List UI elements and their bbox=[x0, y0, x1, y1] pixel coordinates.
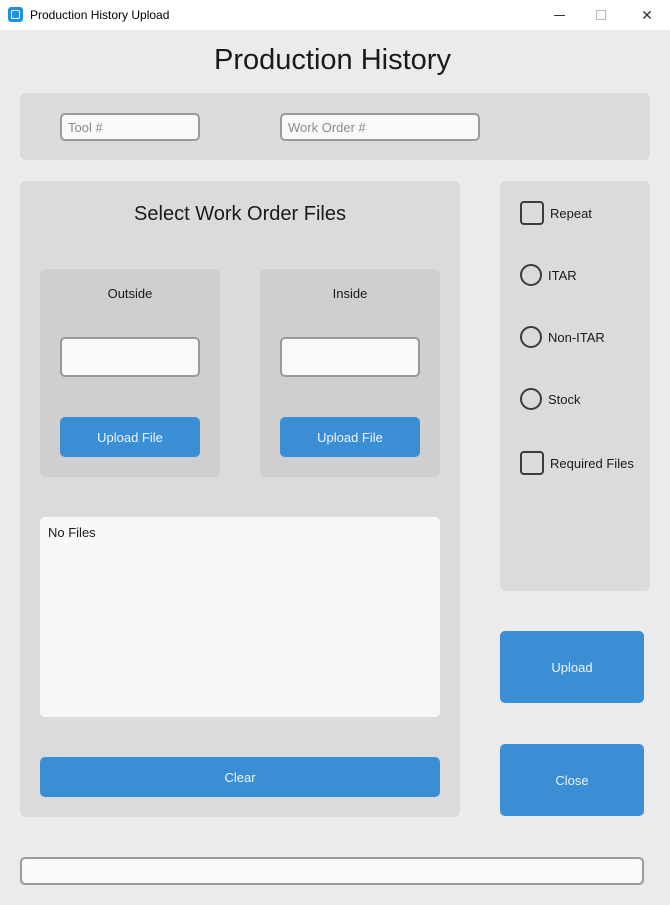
minimize-icon bbox=[553, 14, 565, 16]
maximize-button[interactable] bbox=[578, 0, 624, 30]
itar-option[interactable]: ITAR bbox=[520, 264, 577, 286]
options-panel: Repeat ITAR Non-ITAR Stock Required File… bbox=[500, 181, 650, 591]
stock-radio[interactable] bbox=[520, 388, 542, 410]
files-section-title: Select Work Order Files bbox=[134, 203, 346, 225]
stock-label: Stock bbox=[548, 391, 581, 407]
itar-label: ITAR bbox=[548, 267, 577, 283]
title-bar: Production History Upload ✕ bbox=[0, 0, 670, 30]
outside-file-panel: Outside Upload File bbox=[40, 269, 220, 477]
clear-button[interactable]: Clear bbox=[40, 757, 440, 797]
required-files-option[interactable]: Required Files bbox=[520, 451, 634, 475]
repeat-checkbox[interactable] bbox=[520, 201, 544, 225]
repeat-option[interactable]: Repeat bbox=[520, 201, 592, 225]
page-title: Production History bbox=[214, 44, 451, 76]
work-order-input[interactable] bbox=[280, 113, 480, 141]
non-itar-option[interactable]: Non-ITAR bbox=[520, 326, 605, 348]
stock-option[interactable]: Stock bbox=[520, 388, 581, 410]
inside-upload-file-button[interactable]: Upload File bbox=[280, 417, 420, 457]
itar-radio[interactable] bbox=[520, 264, 542, 286]
search-panel bbox=[20, 93, 650, 160]
inside-file-panel: Inside Upload File bbox=[260, 269, 440, 477]
outside-label: Outside bbox=[107, 286, 153, 301]
file-list-text: No Files bbox=[48, 525, 96, 540]
close-icon: ✕ bbox=[641, 6, 653, 23]
app-icon bbox=[8, 7, 23, 22]
maximize-icon bbox=[596, 10, 606, 20]
work-order-files-panel: Select Work Order Files Outside Upload F… bbox=[20, 181, 460, 817]
minimize-button[interactable] bbox=[536, 0, 582, 30]
required-files-label: Required Files bbox=[550, 455, 634, 471]
required-files-checkbox[interactable] bbox=[520, 451, 544, 475]
inside-label: Inside bbox=[332, 286, 368, 301]
repeat-label: Repeat bbox=[550, 205, 592, 221]
window-title: Production History Upload bbox=[30, 8, 170, 22]
close-window-button[interactable]: ✕ bbox=[624, 0, 670, 30]
non-itar-label: Non-ITAR bbox=[548, 329, 605, 345]
close-button[interactable]: Close bbox=[500, 744, 644, 816]
file-list[interactable]: No Files bbox=[40, 517, 440, 717]
status-field[interactable] bbox=[20, 857, 644, 885]
tool-number-input[interactable] bbox=[60, 113, 200, 141]
outside-upload-file-button[interactable]: Upload File bbox=[60, 417, 200, 457]
non-itar-radio[interactable] bbox=[520, 326, 542, 348]
outside-file-field[interactable] bbox=[60, 337, 200, 377]
inside-file-field[interactable] bbox=[280, 337, 420, 377]
upload-button[interactable]: Upload bbox=[500, 631, 644, 703]
